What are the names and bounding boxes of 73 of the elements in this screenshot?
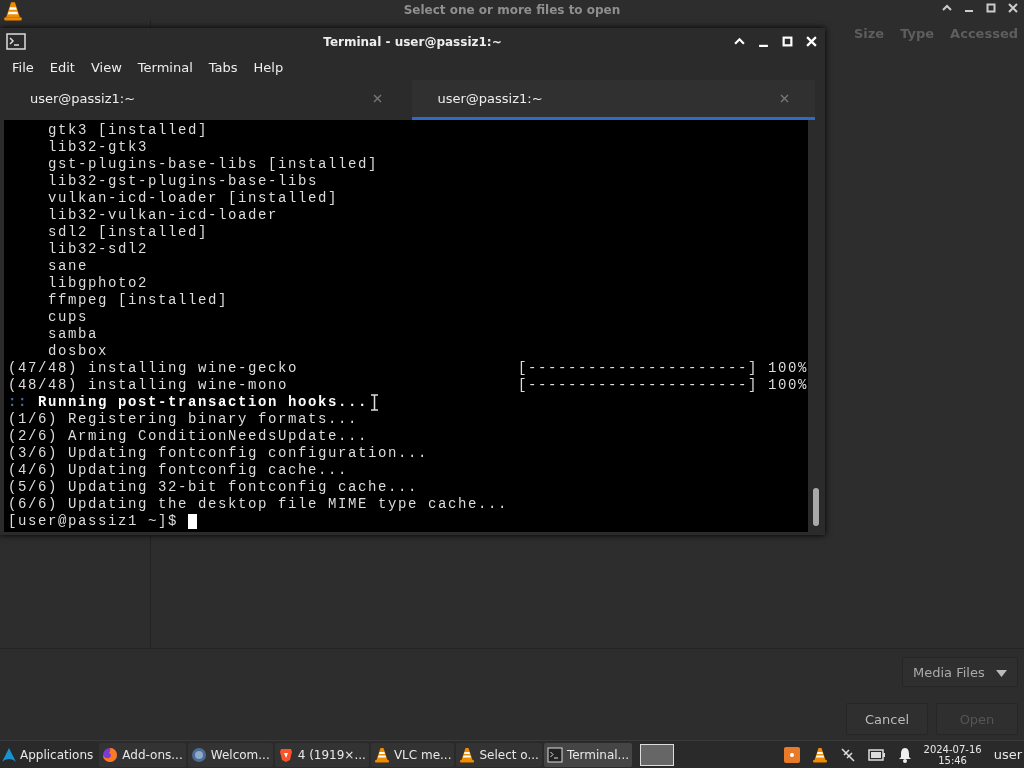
- terminal-icon: [546, 746, 563, 763]
- browser-icon: [102, 746, 119, 763]
- terminal-line: cups: [48, 309, 88, 326]
- menu-item[interactable]: Terminal: [129, 60, 201, 75]
- taskbar-item[interactable]: Terminal...: [543, 742, 633, 767]
- terminal-line: (5/6) Updating 32-bit fontconfig cache...: [8, 479, 419, 496]
- taskbar-item[interactable]: 4 (1919×...: [274, 742, 369, 767]
- scrollbar-thumb[interactable]: [813, 488, 820, 526]
- maximize-icon[interactable]: [986, 3, 996, 13]
- terminal-line: (48/48) installing wine-mono: [8, 377, 290, 394]
- globe-icon: [190, 746, 207, 763]
- bell-icon[interactable]: [897, 746, 912, 763]
- percent-label: 100%: [768, 360, 809, 377]
- progress-text: [----------------------]: [518, 377, 759, 394]
- terminal-line: (2/6) Arming ConditionNeedsUpdate...: [8, 428, 369, 445]
- traffic-cone-icon: [373, 746, 390, 763]
- terminal-line: ffmpeg [installed]: [48, 292, 229, 309]
- text-cursor: [188, 514, 198, 529]
- collapse-icon[interactable]: [734, 36, 745, 47]
- menu-item[interactable]: View: [82, 60, 130, 75]
- tab[interactable]: user@passiz1:~: [411, 80, 815, 120]
- close-icon[interactable]: [1008, 3, 1018, 13]
- progress-text: [----------------------]: [518, 360, 759, 377]
- collapse-icon[interactable]: [942, 3, 952, 13]
- traffic-cone-icon: [459, 746, 476, 763]
- menu-item[interactable]: Edit: [41, 60, 83, 75]
- menu-item[interactable]: File: [4, 60, 42, 75]
- terminal-line: samba: [48, 326, 98, 343]
- radio-icon[interactable]: [783, 746, 800, 763]
- time-label: 15:46: [938, 754, 967, 766]
- terminal-line: libgphoto2: [48, 275, 148, 292]
- terminal-line: gst-plugins-base-libs [installed]: [48, 156, 379, 173]
- terminal-line: dosbox: [48, 343, 108, 360]
- terminal-line: lib32-sdl2: [48, 241, 148, 258]
- menu-item[interactable]: Tabs: [200, 60, 246, 75]
- terminal-line: (47/48) installing wine-gecko: [8, 360, 300, 377]
- terminal-line: Running post-transaction hooks...: [38, 394, 369, 411]
- terminal-line: lib32-vulkan-icd-loader: [48, 207, 279, 224]
- battery-icon[interactable]: [867, 748, 886, 761]
- terminal-line: sane: [48, 258, 88, 275]
- percent-label: 100%: [768, 377, 809, 394]
- terminal-line: lib32-gtk3: [48, 139, 148, 156]
- taskbar-item[interactable]: Select o...: [456, 742, 542, 767]
- terminal-line: (4/6) Updating fontconfig cache...: [8, 462, 349, 479]
- cancel-button[interactable]: Cancel: [846, 703, 928, 735]
- workspace-switcher[interactable]: [640, 743, 675, 766]
- file-type-dropdown[interactable]: Media Files: [902, 657, 1018, 687]
- terminal-line: (1/6) Registering binary formats...: [8, 411, 359, 428]
- traffic-cone-icon[interactable]: [811, 746, 828, 763]
- network-off-icon[interactable]: [839, 746, 856, 763]
- dialog-title: Select one or more files to open: [403, 3, 621, 17]
- command-prompt: [user@passiz1 ~]$: [8, 513, 179, 530]
- mountain-icon: [2, 747, 16, 762]
- traffic-cone-icon: [3, 1, 23, 21]
- menu-item[interactable]: Help: [245, 60, 292, 75]
- user-label[interactable]: user: [993, 747, 1022, 762]
- caret-icon: [996, 669, 1007, 677]
- terminal-line: gtk3 [installed]: [48, 122, 209, 139]
- terminal-icon: [6, 33, 26, 50]
- terminal-line: (6/6) Updating the desktop file MIME type cache...: [8, 496, 509, 513]
- terminal-line: vulkan-icd-loader [installed]: [48, 190, 339, 207]
- shield-icon: [277, 746, 294, 763]
- terminal-line: lib32-gst-plugins-base-libs: [48, 173, 319, 190]
- prompt-marker: ::: [8, 394, 28, 411]
- text-cursor-icon: [370, 394, 380, 411]
- taskbar-item[interactable]: Add-ons...: [99, 742, 186, 767]
- taskbar-item[interactable]: Welcom...: [187, 742, 273, 767]
- taskbar-item[interactable]: VLC me...: [370, 742, 455, 767]
- applications-menu[interactable]: Applications: [0, 741, 100, 768]
- terminal-line: (3/6) Updating fontconfig configuration...: [8, 445, 429, 462]
- terminal-line: sdl2 [installed]: [48, 224, 209, 241]
- date-label: 2024-07-16: [923, 743, 982, 755]
- window-title: Terminal - user@passiz1:~: [323, 34, 502, 49]
